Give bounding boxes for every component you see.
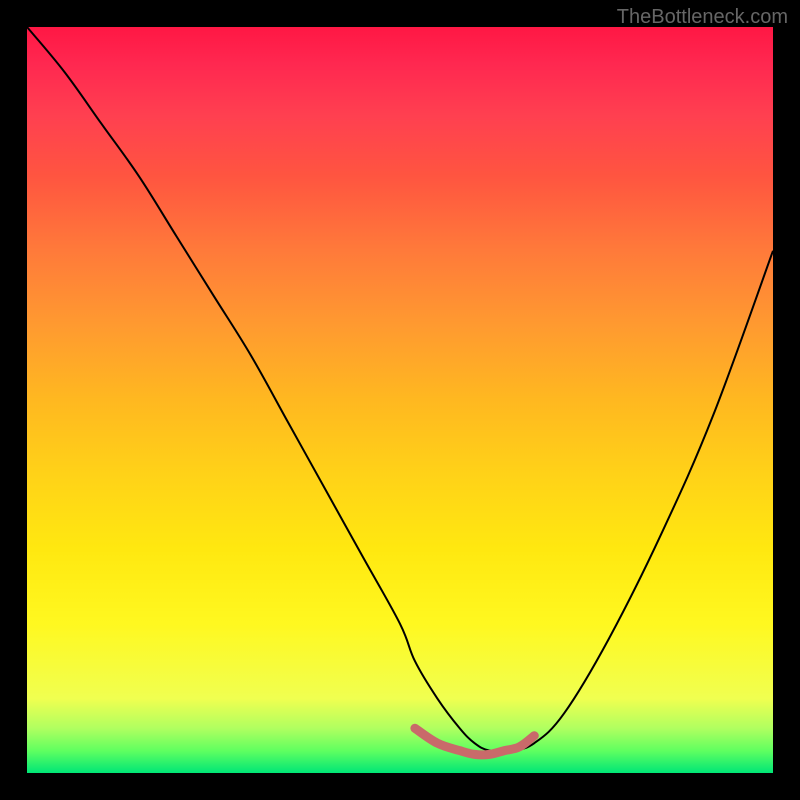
bottleneck-curve: [27, 27, 773, 752]
plot-area: [27, 27, 773, 773]
watermark-text: TheBottleneck.com: [617, 6, 788, 29]
curve-svg: [27, 27, 773, 773]
valley-highlight: [415, 728, 534, 755]
